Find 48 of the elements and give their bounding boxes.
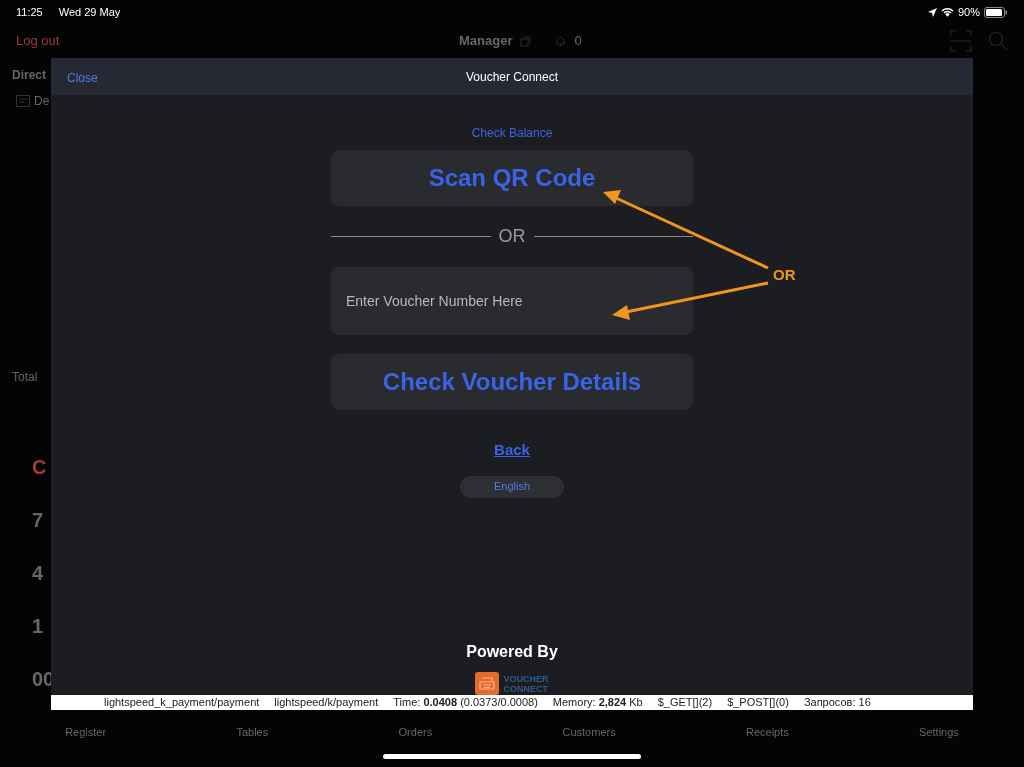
notification-count: 0	[574, 32, 582, 51]
debug-text: Memory: 2,824 Kb	[552, 695, 643, 710]
debug-text: $_GET[](2)	[657, 695, 713, 710]
user-name: Manager	[459, 32, 513, 51]
debug-text: lightspeed/k/payment	[274, 695, 379, 710]
keypad-key[interactable]: 7	[32, 504, 44, 535]
switch-user-icon[interactable]	[520, 35, 532, 47]
keypad-key[interactable]: C	[32, 451, 47, 482]
debug-text: lightspeed_k_payment/payment	[104, 695, 260, 710]
modal-title: Voucher Connect	[465, 68, 559, 86]
logout-button[interactable]: Log out	[16, 31, 60, 51]
tab-bar-item[interactable]: Register	[65, 723, 107, 741]
printer-icon	[475, 672, 500, 695]
panel-title: Direct	[11, 67, 46, 84]
status-time: 11:25	[16, 4, 43, 20]
keypad-key[interactable]: 4	[32, 557, 44, 588]
logo-text: CONNECT	[503, 683, 549, 694]
status-date: Wed 29 May	[58, 4, 121, 20]
scan-icon[interactable]	[950, 30, 972, 52]
keypad-key[interactable]: 1	[32, 610, 44, 641]
logo-text: VOUCHER	[503, 673, 549, 684]
debug-text: $_POST[](0)	[727, 695, 789, 710]
debug-text: Запросов: 16	[803, 695, 871, 710]
language-button[interactable]: English	[460, 475, 564, 498]
location-icon	[927, 7, 937, 17]
search-icon[interactable]	[988, 31, 1008, 51]
voucher-number-field[interactable]: Enter Voucher Number Here	[331, 267, 693, 335]
tab-bar-item[interactable]: Tables	[236, 723, 269, 741]
tab-bar-item[interactable]: Settings	[919, 723, 959, 741]
check-voucher-button[interactable]: Check Voucher Details	[331, 354, 693, 410]
back-link[interactable]: Back	[494, 439, 530, 462]
tab-bar-item[interactable]: Orders	[398, 723, 433, 741]
divider-label: OR	[498, 225, 526, 248]
total-label: Total	[11, 369, 38, 386]
check-balance-link[interactable]: Check Balance	[471, 124, 553, 142]
panel-item[interactable]: De	[34, 92, 50, 110]
debug-text: Time: 0.0408 (0.0373/0.0008)	[393, 695, 538, 710]
tab-bar-item[interactable]: Receipts	[746, 723, 789, 741]
scan-qr-button[interactable]: Scan QR Code	[331, 150, 693, 206]
powered-by-label: Powered By	[466, 642, 558, 662]
tab-bar-item[interactable]: Customers	[562, 723, 616, 741]
annotation-label: OR	[773, 265, 796, 285]
wifi-icon	[940, 7, 954, 17]
battery-level: 90%	[957, 4, 980, 20]
bell-icon[interactable]	[555, 35, 567, 47]
close-button[interactable]: Close	[67, 69, 98, 87]
battery-icon	[984, 6, 1008, 18]
ticket-icon	[16, 95, 30, 107]
